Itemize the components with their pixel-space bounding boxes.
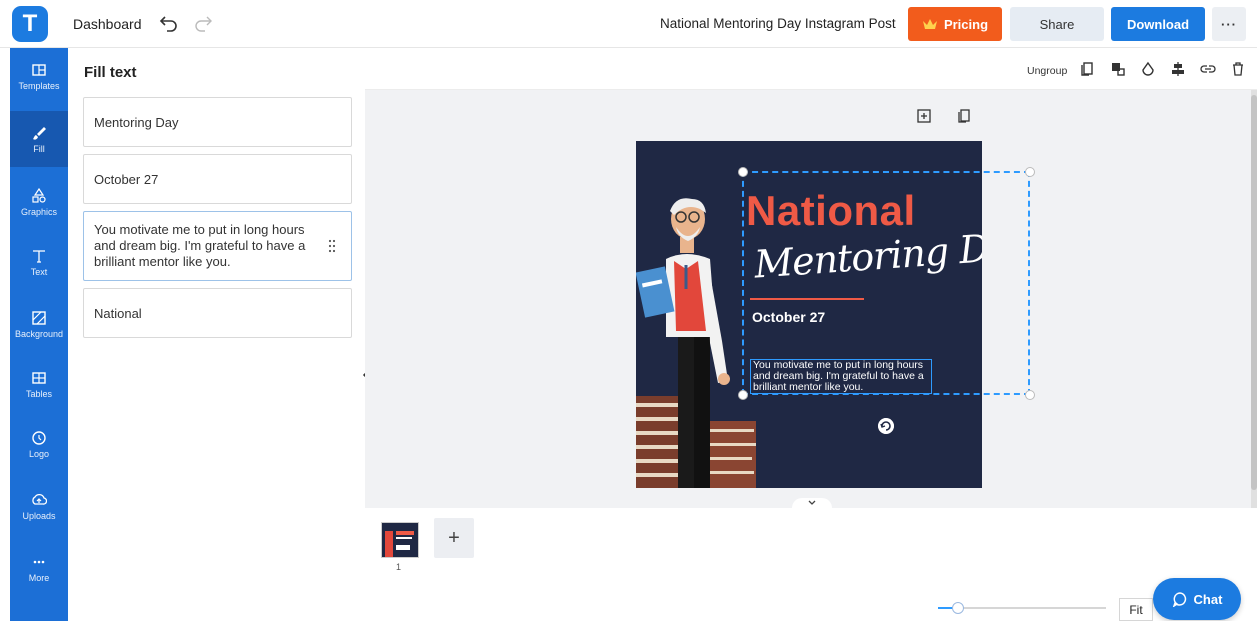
background-icon	[32, 310, 46, 325]
text-field-national[interactable]: National	[83, 288, 352, 338]
document-title[interactable]: National Mentoring Day Instagram Post	[660, 16, 896, 31]
artboard-heading-national[interactable]: National	[746, 187, 916, 235]
sidebar-label-logo: Logo	[28, 448, 50, 459]
brush-icon	[33, 126, 46, 140]
ungroup-button[interactable]: Ungroup	[1027, 65, 1067, 77]
copy-style-icon[interactable]	[1079, 61, 1095, 77]
share-button[interactable]: Share	[1010, 7, 1104, 41]
sidebar-item-templates[interactable]: Templates	[10, 48, 68, 104]
sidebar-label-more: More	[28, 572, 50, 583]
sidebar-item-uploads[interactable]: Uploads	[10, 478, 68, 534]
templates-icon	[32, 63, 46, 76]
align-icon[interactable]	[1170, 61, 1186, 77]
upload-icon	[32, 493, 47, 505]
logo-icon	[32, 430, 46, 445]
sidebar-label-graphics: Graphics	[20, 206, 57, 217]
sidebar-item-tables[interactable]: Tables	[10, 356, 68, 412]
layer-order-icon[interactable]	[1110, 61, 1126, 77]
drag-handle-icon[interactable]	[327, 238, 337, 254]
crown-icon	[922, 19, 937, 29]
design-artboard[interactable]: National Mentoring Day October 27 You mo…	[636, 141, 982, 488]
trash-icon[interactable]	[1230, 61, 1246, 77]
sidebar-label-uploads: Uploads	[22, 510, 56, 521]
link-icon[interactable]	[1200, 61, 1216, 77]
resize-handle-top-left[interactable]	[738, 167, 748, 177]
duplicate-page-icon[interactable]	[956, 108, 972, 124]
artboard-quote-text[interactable]: You motivate me to put in long hours and…	[750, 359, 932, 394]
app-logo[interactable]: T	[12, 6, 48, 42]
sidebar-label-tables: Tables	[25, 388, 52, 399]
text-field-value: National	[94, 305, 142, 321]
sidebar-item-graphics[interactable]: Graphics	[10, 174, 68, 230]
zoom-slider-handle[interactable]	[952, 602, 964, 614]
sidebar-label-fill: Fill	[33, 143, 45, 154]
chat-label: Chat	[1193, 591, 1223, 607]
canvas-scrollbar-thumb[interactable]	[1251, 95, 1257, 490]
top-bar: T Dashboard National Mentoring Day Insta…	[0, 0, 1257, 48]
opacity-icon[interactable]	[1140, 61, 1156, 77]
text-icon	[33, 249, 45, 263]
sidebar-label-text: Text	[30, 266, 48, 277]
text-field-date[interactable]: October 27	[83, 154, 352, 204]
chat-button[interactable]: Chat	[1153, 578, 1241, 620]
sidebar-item-fill[interactable]: Fill	[10, 111, 68, 167]
more-options-button[interactable]: ···	[1212, 7, 1246, 41]
sidebar-label-background: Background	[14, 328, 64, 339]
more-icon	[33, 560, 45, 563]
sidebar-item-logo[interactable]: Logo	[10, 416, 68, 472]
pricing-label: Pricing	[943, 16, 989, 32]
dashboard-link[interactable]: Dashboard	[73, 16, 142, 32]
resize-handle-bottom-left[interactable]	[738, 390, 748, 400]
sidebar-item-more[interactable]: More	[10, 540, 68, 596]
sidebar-item-background[interactable]: Background	[10, 296, 68, 352]
sidebar-label-templates: Templates	[18, 80, 60, 91]
sidebar-item-text[interactable]: Text	[10, 234, 68, 290]
resize-handle-bottom-right[interactable]	[1025, 390, 1035, 400]
text-field-quote[interactable]: You motivate me to put in long hours and…	[83, 211, 352, 281]
text-field-mentoring-day[interactable]: Mentoring Day	[83, 97, 352, 147]
text-field-value: October 27	[94, 171, 159, 187]
element-toolbar: Ungroup	[365, 48, 1257, 90]
add-page-button[interactable]: +	[434, 518, 474, 558]
table-icon	[32, 371, 46, 384]
undo-icon[interactable]	[158, 12, 180, 34]
expand-pages-button[interactable]	[792, 498, 832, 514]
add-element-icon[interactable]	[916, 108, 932, 124]
text-field-value: You motivate me to put in long hours and…	[94, 222, 306, 269]
page-thumbnail[interactable]	[381, 522, 419, 558]
left-sidebar: Templates Fill Graphics Text Background …	[10, 48, 68, 621]
shapes-icon	[32, 187, 46, 203]
fit-zoom-button[interactable]: Fit	[1119, 598, 1153, 621]
resize-handle-top-right[interactable]	[1025, 167, 1035, 177]
text-field-value: Mentoring Day	[94, 114, 179, 130]
app: T Dashboard National Mentoring Day Insta…	[0, 0, 1257, 621]
redo-icon[interactable]	[192, 12, 214, 34]
artboard-divider	[750, 298, 864, 300]
download-button[interactable]: Download	[1111, 7, 1205, 41]
rotate-handle-icon[interactable]	[878, 418, 894, 434]
chevron-down-icon	[808, 500, 816, 505]
pricing-button[interactable]: Pricing	[908, 7, 1002, 41]
page-thumbnail-preview	[382, 523, 418, 557]
fill-text-panel: Fill text Mentoring Day October 27 You m…	[68, 48, 365, 621]
panel-title: Fill text	[84, 64, 137, 81]
artboard-date[interactable]: October 27	[752, 309, 825, 325]
chat-bubble-icon	[1172, 592, 1186, 607]
page-number: 1	[396, 562, 402, 572]
